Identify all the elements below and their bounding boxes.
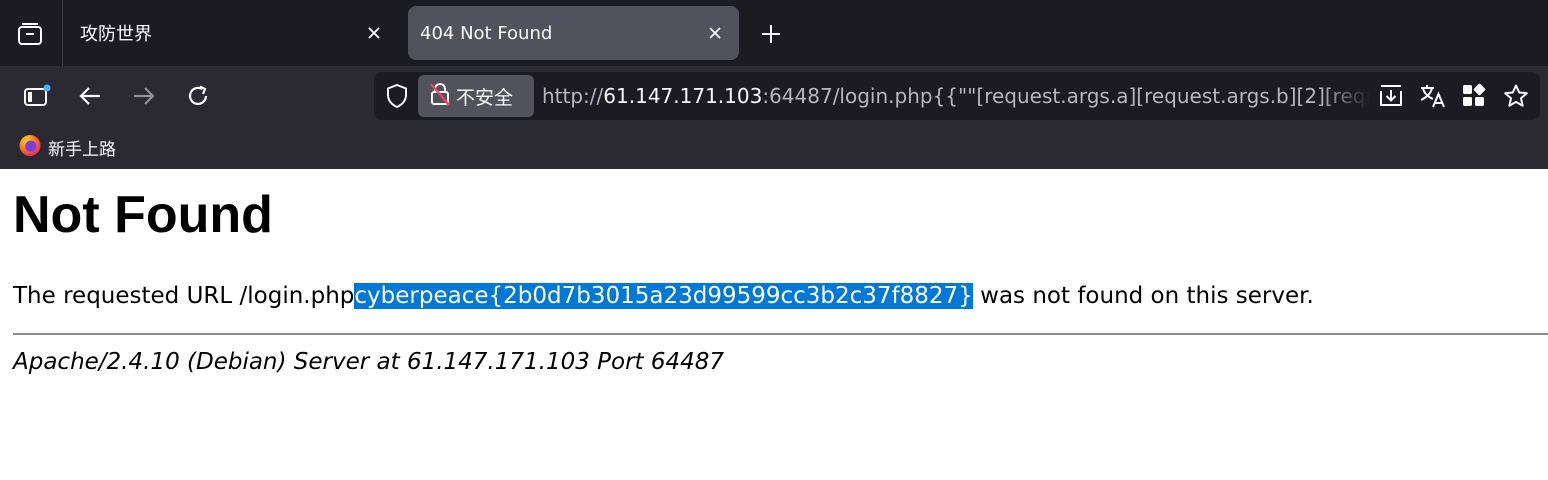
save-page-icon[interactable] bbox=[1376, 81, 1406, 111]
message-prefix: The requested URL /login.php bbox=[13, 283, 355, 309]
insecure-connection-button[interactable]: 不安全 bbox=[418, 75, 534, 117]
url-path: :64487/login.php{{""[request.args.a][req… bbox=[762, 84, 1370, 108]
reload-button[interactable] bbox=[181, 79, 215, 113]
tab-bar: 攻防世界 404 Not Found bbox=[0, 0, 1548, 66]
tab-gongfang[interactable]: 攻防世界 bbox=[68, 6, 398, 60]
message-suffix: was not found on this server. bbox=[972, 283, 1314, 309]
divider bbox=[13, 333, 1548, 335]
shield-icon[interactable] bbox=[382, 81, 412, 111]
tab-separator bbox=[62, 0, 63, 66]
tab-overview-icon[interactable] bbox=[12, 18, 48, 50]
close-tab-icon[interactable] bbox=[362, 21, 386, 45]
translate-icon[interactable] bbox=[1418, 81, 1448, 111]
selected-flag-text: cyberpeace{2b0d7b3015a23d99599cc3b2c37f8… bbox=[354, 283, 973, 309]
firefox-icon bbox=[18, 133, 42, 162]
forward-button[interactable] bbox=[127, 79, 161, 113]
broken-lock-icon bbox=[430, 82, 450, 111]
error-message: The requested URL /login.phpcyberpeace{2… bbox=[13, 281, 1548, 311]
url-text[interactable]: http://61.147.171.103:64487/login.php{{"… bbox=[542, 72, 1370, 120]
bookmark-item[interactable]: 新手上路 bbox=[18, 132, 116, 162]
server-signature: Apache/2.4.10 (Debian) Server at 61.147.… bbox=[13, 349, 725, 375]
extensions-icon[interactable] bbox=[1459, 81, 1489, 111]
browser-chrome: 攻防世界 404 Not Found 不安全 http://61.147.171… bbox=[0, 0, 1548, 169]
close-tab-icon[interactable] bbox=[703, 21, 727, 45]
page-content: Not Found The requested URL /login.phpcy… bbox=[0, 169, 1548, 377]
back-button[interactable] bbox=[73, 79, 107, 113]
url-scheme: http:// bbox=[542, 84, 604, 108]
url-host: 61.147.171.103 bbox=[603, 84, 763, 108]
page-title: Not Found bbox=[13, 186, 273, 244]
tab-404-not-found[interactable]: 404 Not Found bbox=[408, 6, 739, 60]
security-label: 不安全 bbox=[456, 86, 514, 109]
tab-title: 攻防世界 bbox=[80, 24, 152, 45]
bookmark-label: 新手上路 bbox=[48, 139, 116, 160]
new-tab-button[interactable] bbox=[756, 20, 786, 48]
sidebar-toggle-icon[interactable] bbox=[20, 79, 54, 113]
url-bar[interactable]: 不安全 http://61.147.171.103:64487/login.ph… bbox=[374, 72, 1540, 120]
bookmarks-toolbar: 新手上路 bbox=[0, 126, 1548, 169]
tab-title: 404 Not Found bbox=[420, 22, 553, 44]
navigation-toolbar: 不安全 http://61.147.171.103:64487/login.ph… bbox=[0, 66, 1548, 126]
bookmark-star-icon[interactable] bbox=[1501, 81, 1531, 111]
